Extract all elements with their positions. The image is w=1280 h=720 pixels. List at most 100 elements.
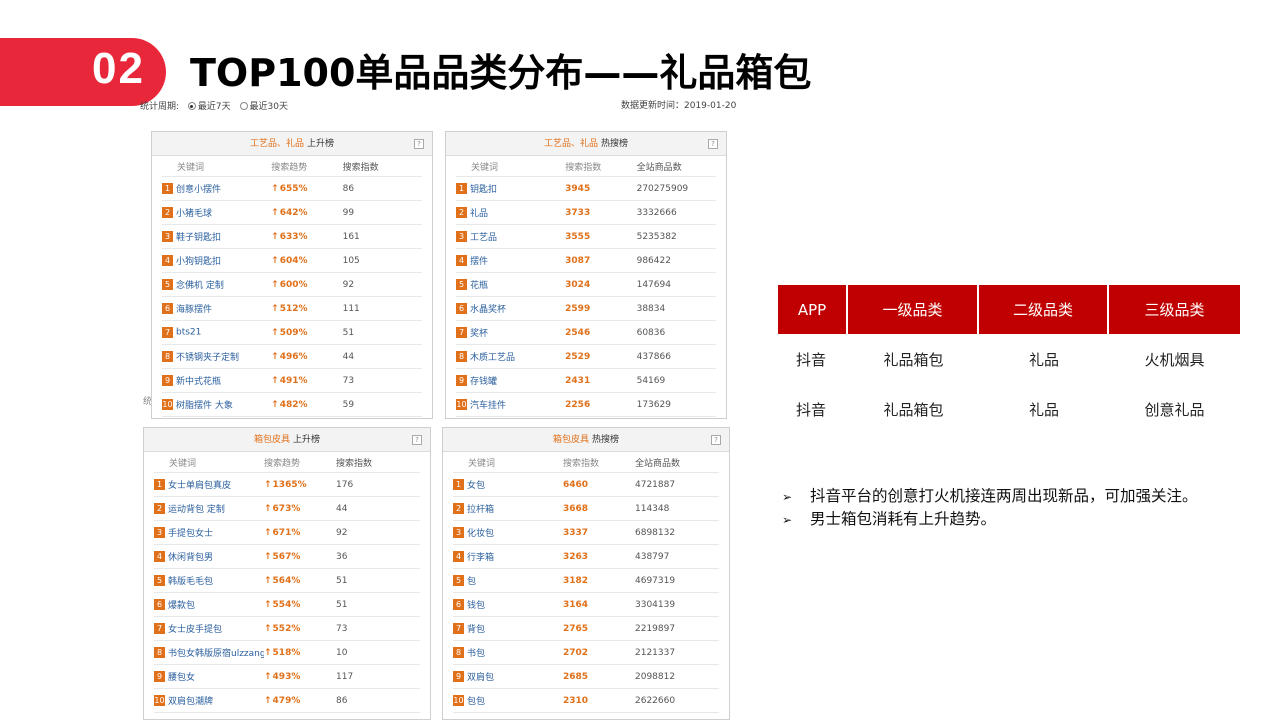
keyword-link[interactable]: 女士皮手提包 xyxy=(168,625,222,635)
keyword-link[interactable]: 存钱罐 xyxy=(470,377,497,387)
keyword-link[interactable]: 创意小摆件 xyxy=(176,185,221,195)
keyword-link[interactable]: 小狗钥匙扣 xyxy=(176,257,221,267)
list-item[interactable]: 4 摆件 3087 986422 xyxy=(456,249,716,273)
keyword-link[interactable]: 女士单肩包真皮 xyxy=(168,481,231,491)
list-item[interactable]: 4 行李箱 3263 438797 xyxy=(453,545,719,569)
list-item[interactable]: 7bts21 509%51 xyxy=(162,321,422,345)
list-item[interactable]: 7 奖杯 2546 60836 xyxy=(456,321,716,345)
list-item[interactable]: 6 水晶奖杯 2599 38834 xyxy=(456,297,716,321)
list-item[interactable]: 9新中式花瓶 491%73 xyxy=(162,369,422,393)
keyword-link[interactable]: 女包 xyxy=(467,481,485,491)
keyword-link[interactable]: 海豚摆件 xyxy=(176,305,212,315)
keyword-link[interactable]: 新中式花瓶 xyxy=(176,377,221,387)
search-index: 73 xyxy=(336,623,348,634)
keyword-link[interactable]: 木质工艺品 xyxy=(470,353,515,363)
keyword-link[interactable]: 爆款包 xyxy=(168,601,195,611)
keyword-link[interactable]: 工艺品 xyxy=(470,233,497,243)
list-item[interactable]: 2 拉杆箱 3668 114348 xyxy=(453,497,719,521)
keyword-link[interactable]: 运动背包 定制 xyxy=(168,505,225,515)
list-item[interactable]: 1女士单肩包真皮 1365%176 xyxy=(154,473,420,497)
keyword-link[interactable]: 休闲背包男 xyxy=(168,553,213,563)
list-item[interactable]: 10双肩包潮牌 479%86 xyxy=(154,689,420,713)
cell-app: 抖音 xyxy=(796,350,827,369)
option-30-days[interactable]: 最近30天 xyxy=(250,102,288,112)
help-icon[interactable]: ? xyxy=(412,435,422,445)
keyword-link[interactable]: 念佛机 定制 xyxy=(176,281,224,291)
keyword-link[interactable]: 奖杯 xyxy=(470,329,488,339)
list-item[interactable]: 10 汽车挂件 2256 173629 xyxy=(456,393,716,417)
list-item[interactable]: 9 双肩包 2685 2098812 xyxy=(453,665,719,689)
list-item[interactable]: 10 包包 2310 2622660 xyxy=(453,689,719,713)
list-item[interactable]: 3鞋子钥匙扣 633%161 xyxy=(162,225,422,249)
keyword-link[interactable]: 书包女韩版原宿ulzzang xyxy=(168,649,264,659)
radio-7-days[interactable] xyxy=(187,102,196,110)
keyword-link[interactable]: 礼品 xyxy=(470,209,488,219)
product-count: 60836 xyxy=(636,327,666,338)
table-row: 抖音 礼品箱包 礼品 火机烟具 xyxy=(778,334,1240,384)
keyword-link[interactable]: 花瓶 xyxy=(470,281,488,291)
list-item[interactable]: 3手提包女士 671%92 xyxy=(154,521,420,545)
keyword-link[interactable]: 小猪毛球 xyxy=(176,209,212,219)
search-index: 3668 xyxy=(563,503,589,514)
list-item[interactable]: 2运动背包 定制 673%44 xyxy=(154,497,420,521)
list-item[interactable]: 5 包 3182 4697319 xyxy=(453,569,719,593)
keyword-link[interactable]: 拉杆箱 xyxy=(467,505,494,515)
list-item[interactable]: 1 钥匙扣 3945 270275909 xyxy=(456,177,716,201)
list-item[interactable]: 2 礼品 3733 3332666 xyxy=(456,201,716,225)
trend-value: 604% xyxy=(271,256,342,266)
list-item[interactable]: 3 工艺品 3555 5235382 xyxy=(456,225,716,249)
list-item[interactable]: 1 女包 6460 4721887 xyxy=(453,473,719,497)
list-item[interactable]: 2小猪毛球 642%99 xyxy=(162,201,422,225)
list-item[interactable]: 4小狗钥匙扣 604%105 xyxy=(162,249,422,273)
search-index: 73 xyxy=(342,375,355,386)
list-item[interactable]: 5韩版毛毛包 564%51 xyxy=(154,569,420,593)
col-keyword: 关键词 xyxy=(177,162,205,173)
help-icon[interactable]: ? xyxy=(708,139,718,149)
list-item[interactable]: 6爆款包 554%51 xyxy=(154,593,420,617)
keyword-link[interactable]: 背包 xyxy=(467,625,485,635)
keyword-link[interactable]: 包包 xyxy=(467,697,485,707)
help-icon[interactable]: ? xyxy=(414,139,424,149)
keyword-link[interactable]: 韩版毛毛包 xyxy=(168,577,213,587)
list-item[interactable]: 5念佛机 定制 600%92 xyxy=(162,273,422,297)
list-item[interactable]: 9 存钱罐 2431 54169 xyxy=(456,369,716,393)
list-item[interactable]: 8不锈钢夹子定制 496%44 xyxy=(162,345,422,369)
keyword-link[interactable]: 化妆包 xyxy=(467,529,494,539)
list-item[interactable]: 8 书包 2702 2121337 xyxy=(453,641,719,665)
keyword-link[interactable]: 水晶奖杯 xyxy=(470,305,506,315)
keyword-link[interactable]: 手提包女士 xyxy=(168,529,213,539)
keyword-link[interactable]: 行李箱 xyxy=(467,553,494,563)
list-item[interactable]: 3 化妆包 3337 6898132 xyxy=(453,521,719,545)
radio-30-days[interactable] xyxy=(239,102,248,110)
list-item[interactable]: 8书包女韩版原宿ulzzang518%10 xyxy=(154,641,420,665)
keyword-link[interactable]: bts21 xyxy=(176,328,201,338)
list-item[interactable]: 9腰包女 493%117 xyxy=(154,665,420,689)
keyword-link[interactable]: 双肩包潮牌 xyxy=(168,697,213,707)
option-7-days[interactable]: 最近7天 xyxy=(198,102,231,112)
keyword-link[interactable]: 摆件 xyxy=(470,257,488,267)
keyword-link[interactable]: 腰包女 xyxy=(168,673,195,683)
keyword-link[interactable]: 包 xyxy=(467,577,476,587)
help-icon[interactable]: ? xyxy=(711,435,721,445)
keyword-link[interactable]: 鞋子钥匙扣 xyxy=(176,233,221,243)
column-header: 关键词 搜索趋势 搜索指数 xyxy=(162,156,422,177)
list-item[interactable]: 6 钱包 3164 3304139 xyxy=(453,593,719,617)
product-count: 2219897 xyxy=(635,623,676,634)
list-item[interactable]: 5 花瓶 3024 147694 xyxy=(456,273,716,297)
keyword-link[interactable]: 树脂摆件 大象 xyxy=(176,401,233,411)
keyword-link[interactable]: 汽车挂件 xyxy=(470,401,506,411)
keyword-link[interactable]: 钥匙扣 xyxy=(470,185,497,195)
list-item[interactable]: 8 木质工艺品 2529 437866 xyxy=(456,345,716,369)
keyword-link[interactable]: 钱包 xyxy=(467,601,485,611)
list-item[interactable]: 6海豚摆件 512%111 xyxy=(162,297,422,321)
product-count: 6898132 xyxy=(635,527,676,538)
rank-badge: 5 xyxy=(456,279,467,290)
keyword-link[interactable]: 不锈钢夹子定制 xyxy=(176,353,239,363)
list-item[interactable]: 4休闲背包男 567%36 xyxy=(154,545,420,569)
list-item[interactable]: 7 背包 2765 2219897 xyxy=(453,617,719,641)
list-item[interactable]: 7女士皮手提包 552%73 xyxy=(154,617,420,641)
keyword-link[interactable]: 书包 xyxy=(467,649,485,659)
keyword-link[interactable]: 双肩包 xyxy=(467,673,494,683)
list-item[interactable]: 10树脂摆件 大象 482%59 xyxy=(162,393,422,417)
list-item[interactable]: 1创意小摆件 655%86 xyxy=(162,177,422,201)
